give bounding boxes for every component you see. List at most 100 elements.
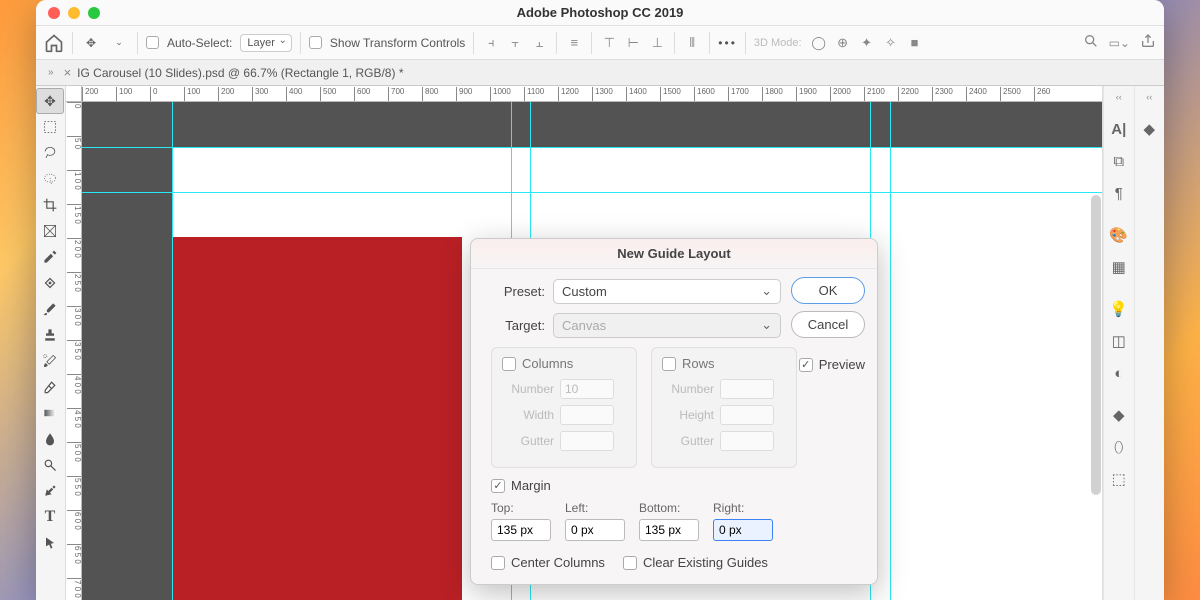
margin-section: Margin Top: Left: Bottom: Right: (491, 478, 865, 541)
guide-vertical[interactable] (890, 102, 891, 600)
marquee-tool[interactable] (36, 114, 64, 140)
brush-tool[interactable] (36, 296, 64, 322)
vertical-scrollbar[interactable] (1091, 195, 1101, 495)
home-icon[interactable] (44, 33, 64, 53)
dodge-tool[interactable] (36, 452, 64, 478)
history-brush-tool[interactable] (36, 348, 64, 374)
maximize-window-button[interactable] (88, 7, 100, 19)
path-select-tool[interactable] (36, 530, 64, 556)
auto-select-checkbox[interactable] (146, 36, 159, 49)
rows-checkbox[interactable] (662, 357, 676, 371)
move-tool-icon[interactable]: ✥ (81, 33, 101, 53)
show-transform-checkbox[interactable] (309, 36, 322, 49)
columns-checkbox[interactable] (502, 357, 516, 371)
rows-gutter-input[interactable] (720, 431, 774, 451)
columns-number-input[interactable] (560, 379, 614, 399)
ok-button[interactable]: OK (791, 277, 865, 304)
valign-group: ⊤ ⊢ ⊥ (600, 34, 666, 52)
paths-panel-icon[interactable]: ⬯ (1110, 438, 1128, 456)
margin-left-input[interactable] (565, 519, 625, 541)
ruler-horizontal[interactable]: 2001000100200300400500600700800900100011… (82, 86, 1102, 102)
more-options-icon[interactable]: ••• (718, 36, 737, 50)
quick-select-tool[interactable] (36, 166, 64, 192)
align-center-h-icon[interactable]: ⫟ (506, 34, 524, 52)
ruler-vertical[interactable]: 05 01 0 01 5 02 0 02 5 03 0 03 5 04 0 04… (66, 102, 82, 600)
preset-select[interactable]: Custom (553, 279, 781, 304)
share-icon[interactable] (1140, 33, 1156, 52)
rectangle-1-layer[interactable] (172, 237, 462, 600)
options-bar: ✥ ⌄ Auto-Select: Layer Show Transform Co… (36, 26, 1164, 60)
document-tab-label[interactable]: IG Carousel (10 Slides).psd @ 66.7% (Rec… (77, 66, 403, 80)
show-transform-label: Show Transform Controls (330, 36, 465, 50)
columns-width-input[interactable] (560, 405, 614, 425)
clear-guides-checkbox[interactable] (623, 556, 637, 570)
align-right-icon[interactable]: ⫠ (530, 34, 548, 52)
workspace-switcher-icon[interactable]: ▭⌄ (1109, 36, 1130, 50)
pen-tool[interactable] (36, 478, 64, 504)
crop-tool[interactable] (36, 192, 64, 218)
panel-collapse-icon[interactable]: ‹‹ (1116, 92, 1122, 102)
align-group: ⫞ ⫟ ⫠ (482, 34, 548, 52)
dialog-title: New Guide Layout (471, 239, 877, 269)
swatches-panel-icon[interactable]: ▦ (1110, 258, 1128, 276)
learn-panel-icon[interactable]: 💡 (1110, 300, 1128, 318)
3d-orbit-icon[interactable]: ◯ (810, 34, 828, 52)
lasso-tool[interactable] (36, 140, 64, 166)
eyedropper-tool[interactable] (36, 244, 64, 270)
align-middle-icon[interactable]: ⊢ (624, 34, 642, 52)
align-top-icon[interactable]: ⊤ (600, 34, 618, 52)
align-left-icon[interactable]: ⫞ (482, 34, 500, 52)
margin-top-input[interactable] (491, 519, 551, 541)
rows-number-input[interactable] (720, 379, 774, 399)
color-panel-icon[interactable]: 🎨 (1110, 226, 1128, 244)
paragraph-styles-icon[interactable]: ⧉ (1110, 152, 1128, 170)
tab-close-icon[interactable]: × (64, 65, 72, 80)
layers-panel-icon[interactable]: ◆ (1140, 120, 1158, 138)
3d-camera-icon[interactable]: ■ (906, 34, 924, 52)
columns-gutter-input[interactable] (560, 431, 614, 451)
mode-3d-label: 3D Mode: (754, 37, 802, 49)
tool-chevron-icon[interactable]: ⌄ (109, 33, 129, 53)
guide-horizontal[interactable] (82, 192, 1102, 193)
preview-checkbox[interactable] (799, 358, 813, 372)
move-tool[interactable]: ✥ (36, 88, 64, 114)
libraries-panel-icon[interactable]: ◫ (1110, 332, 1128, 350)
gradient-tool[interactable] (36, 400, 64, 426)
distribute-icon[interactable]: ≡ (565, 34, 583, 52)
margin-right-input[interactable] (713, 519, 773, 541)
adjustments-panel-icon[interactable]: ◐ (1110, 364, 1128, 382)
cancel-button[interactable]: Cancel (791, 311, 865, 338)
guide-horizontal[interactable] (82, 147, 1102, 148)
center-columns-checkbox[interactable] (491, 556, 505, 570)
channels-panel-icon[interactable]: ◆ (1110, 406, 1128, 424)
right-panels: ‹‹ A| ⧉ ¶ 🎨 ▦ 💡 ◫ ◐ ◆ ⬯ ⬚ ‹‹ ◆ (1102, 86, 1164, 600)
guide-vertical[interactable] (172, 102, 173, 600)
document-tabbar: » × IG Carousel (10 Slides).psd @ 66.7% … (36, 60, 1164, 86)
minimize-window-button[interactable] (68, 7, 80, 19)
healing-tool[interactable] (36, 270, 64, 296)
blur-tool[interactable] (36, 426, 64, 452)
window-title: Adobe Photoshop CC 2019 (36, 5, 1164, 20)
properties-panel-icon[interactable]: ⬚ (1110, 470, 1128, 488)
margin-checkbox[interactable] (491, 479, 505, 493)
3d-roll-icon[interactable]: ✦ (858, 34, 876, 52)
frame-tool[interactable] (36, 218, 64, 244)
rows-height-input[interactable] (720, 405, 774, 425)
panel-collapse-icon[interactable]: ‹‹ (1146, 92, 1152, 102)
character-panel-icon[interactable]: A| (1110, 120, 1128, 138)
eraser-tool[interactable] (36, 374, 64, 400)
align-bottom-icon[interactable]: ⊥ (648, 34, 666, 52)
3d-slide-icon[interactable]: ✧ (882, 34, 900, 52)
3d-pan-icon[interactable]: ⊕ (834, 34, 852, 52)
margin-bottom-input[interactable] (639, 519, 699, 541)
target-select: Canvas (553, 313, 781, 338)
type-tool[interactable]: T (36, 504, 64, 530)
glyphs-panel-icon[interactable]: ¶ (1110, 184, 1128, 202)
tools-panel: ✥ T (36, 86, 66, 600)
search-icon[interactable] (1083, 33, 1099, 52)
close-window-button[interactable] (48, 7, 60, 19)
layer-select[interactable]: Layer (240, 34, 292, 52)
stamp-tool[interactable] (36, 322, 64, 348)
tab-overflow-icon[interactable]: » (48, 67, 54, 78)
distribute-v-icon[interactable]: ⦀ (683, 34, 701, 52)
